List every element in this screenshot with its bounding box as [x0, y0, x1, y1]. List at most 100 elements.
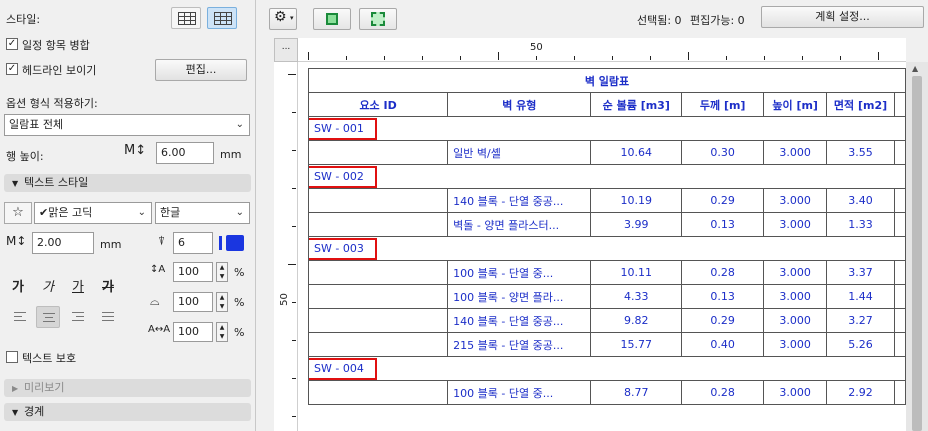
area-cell[interactable]: 3.37 [826, 260, 895, 285]
line-spacing-input[interactable]: 100 [173, 262, 213, 282]
element-id-cell[interactable]: SW - 002 [308, 164, 906, 189]
area-cell[interactable]: 2.92 [826, 380, 895, 405]
volume-cell[interactable]: 15.77 [590, 332, 683, 357]
table-row[interactable]: 140 블록 - 단열 중공... 9.82 0.29 3.000 3.27 [307, 308, 907, 333]
height-cell[interactable]: 3.000 [763, 380, 828, 405]
apply-format-select[interactable]: 일람표 전체 ⌄ [4, 114, 250, 136]
scroll-up-icon[interactable]: ▲ [912, 64, 918, 73]
wall-type-cell[interactable]: 100 블록 - 양면 플라... [447, 284, 592, 309]
headline-checkbox[interactable]: ✓ [6, 63, 18, 75]
row-height-input[interactable]: 6.00 [156, 142, 214, 164]
width-factor-stepper[interactable]: ▲ ▼ [216, 292, 228, 312]
select-in-plan-button[interactable] [359, 8, 397, 30]
char-spacing-input[interactable]: 100 [173, 322, 213, 342]
wall-type-cell[interactable]: 140 블록 - 단열 중공... [447, 308, 592, 333]
column-header[interactable]: 순 볼륨 [m3] [590, 92, 683, 117]
volume-cell[interactable]: 10.19 [590, 188, 683, 213]
font-size-input[interactable]: 2.00 [32, 232, 94, 254]
thickness-cell[interactable]: 0.28 [681, 260, 765, 285]
area-cell[interactable]: 3.55 [826, 140, 895, 165]
wall-type-cell[interactable]: 벽돌 - 양면 플라스터... [447, 212, 592, 237]
preview-section-header[interactable]: ▶ 미리보기 [4, 379, 251, 397]
wall-type-cell[interactable]: 140 블록 - 단열 중공... [447, 188, 592, 213]
select-elements-button[interactable] [313, 8, 351, 30]
element-id-cell[interactable]: SW - 001 [308, 116, 906, 141]
area-cell[interactable]: 1.33 [826, 212, 895, 237]
scrollbar-thumb[interactable] [912, 76, 922, 431]
thickness-cell[interactable]: 0.13 [681, 284, 765, 309]
volume-cell[interactable]: 8.77 [590, 380, 683, 405]
group-id-row[interactable]: SW - 003 [308, 236, 906, 261]
favorites-star-button[interactable]: ☆ [4, 202, 32, 224]
column-header[interactable]: 높이 [m] [763, 92, 828, 117]
line-spacing-stepper[interactable]: ▲ ▼ [216, 262, 228, 282]
thickness-cell[interactable]: 0.13 [681, 212, 765, 237]
thickness-cell[interactable]: 0.29 [681, 188, 765, 213]
text-style-section-header[interactable]: ▼ 텍스트 스타일 [4, 174, 251, 192]
language-select[interactable]: 한글 ⌄ [155, 202, 250, 224]
table-row[interactable]: 100 블록 - 단열 중... 10.11 0.28 3.000 3.37 [307, 260, 907, 285]
align-right-button[interactable] [66, 306, 90, 328]
height-cell[interactable]: 3.000 [763, 188, 828, 213]
style-option-lined[interactable] [207, 7, 237, 29]
strikethrough-style-button[interactable]: 가 [102, 276, 114, 295]
wall-type-cell[interactable]: 215 블록 - 단열 중공... [447, 332, 592, 357]
table-row[interactable]: 215 블록 - 단열 중공... 15.77 0.40 3.000 5.26 [307, 332, 907, 357]
align-center-button[interactable] [36, 306, 60, 328]
height-cell[interactable]: 3.000 [763, 284, 828, 309]
protect-text-checkbox[interactable] [6, 351, 18, 363]
pen-input[interactable]: 6 [173, 232, 213, 254]
column-header[interactable]: 면적 [m2] [826, 92, 895, 117]
thickness-cell[interactable]: 0.40 [681, 332, 765, 357]
table-row[interactable]: 일반 벽/셸 10.64 0.30 3.000 3.55 [307, 140, 907, 165]
area-cell[interactable]: 5.26 [826, 332, 895, 357]
area-cell[interactable]: 3.27 [826, 308, 895, 333]
border-section-header[interactable]: ▼ 경계 [4, 403, 251, 421]
font-select[interactable]: ✔맑은 고딕 ⌄ [34, 202, 152, 224]
align-left-button[interactable] [8, 306, 32, 328]
settings-gear-button[interactable]: ⚙ ▾ [269, 8, 297, 30]
volume-cell[interactable]: 10.11 [590, 260, 683, 285]
column-header[interactable]: 요소 ID [307, 92, 449, 117]
height-cell[interactable]: 3.000 [763, 308, 828, 333]
group-id-row[interactable]: SW - 001 [308, 116, 906, 141]
wall-type-cell[interactable]: 100 블록 - 단열 중... [447, 380, 592, 405]
thickness-cell[interactable]: 0.28 [681, 380, 765, 405]
column-header[interactable]: 두께 [m] [681, 92, 765, 117]
ruler-corner-button[interactable]: ... [274, 38, 298, 62]
volume-cell[interactable]: 3.99 [590, 212, 683, 237]
italic-style-button[interactable]: 가 [42, 276, 54, 295]
vertical-scrollbar[interactable]: ▲ [906, 62, 928, 431]
element-id-cell[interactable]: SW - 004 [308, 356, 906, 381]
edit-button[interactable]: 편집... [155, 59, 247, 81]
table-row[interactable]: 벽돌 - 양면 플라스터... 3.99 0.13 3.000 1.33 [307, 212, 907, 237]
wall-type-cell[interactable]: 100 블록 - 단열 중... [447, 260, 592, 285]
height-cell[interactable]: 3.000 [763, 332, 828, 357]
style-option-plain[interactable] [171, 7, 201, 29]
thickness-cell[interactable]: 0.30 [681, 140, 765, 165]
group-id-row[interactable]: SW - 004 [308, 356, 906, 381]
height-cell[interactable]: 3.000 [763, 140, 828, 165]
table-row[interactable]: 140 블록 - 단열 중공... 10.19 0.29 3.000 3.40 [307, 188, 907, 213]
table-row[interactable]: 100 블록 - 단열 중... 8.77 0.28 3.000 2.92 [307, 380, 907, 405]
volume-cell[interactable]: 9.82 [590, 308, 683, 333]
group-id-row[interactable]: SW - 002 [308, 164, 906, 189]
char-spacing-stepper[interactable]: ▲ ▼ [216, 322, 228, 342]
bold-style-button[interactable]: 가 [12, 276, 24, 295]
volume-cell[interactable]: 10.64 [590, 140, 683, 165]
width-factor-input[interactable]: 100 [173, 292, 213, 312]
area-cell[interactable]: 1.44 [826, 284, 895, 309]
element-id-cell[interactable]: SW - 003 [308, 236, 906, 261]
align-justify-button[interactable] [96, 306, 120, 328]
volume-cell[interactable]: 4.33 [590, 284, 683, 309]
wall-type-cell[interactable]: 일반 벽/셸 [447, 140, 592, 165]
pen-color-swatch[interactable] [217, 235, 247, 251]
column-header[interactable]: 벽 유형 [447, 92, 592, 117]
table-row[interactable]: 100 블록 - 양면 플라... 4.33 0.13 3.000 1.44 [307, 284, 907, 309]
underline-style-button[interactable]: 가 [72, 276, 84, 295]
merge-checkbox[interactable]: ✓ [6, 38, 18, 50]
height-cell[interactable]: 3.000 [763, 212, 828, 237]
plan-settings-button[interactable]: 계획 설정... [761, 6, 924, 28]
height-cell[interactable]: 3.000 [763, 260, 828, 285]
thickness-cell[interactable]: 0.29 [681, 308, 765, 333]
